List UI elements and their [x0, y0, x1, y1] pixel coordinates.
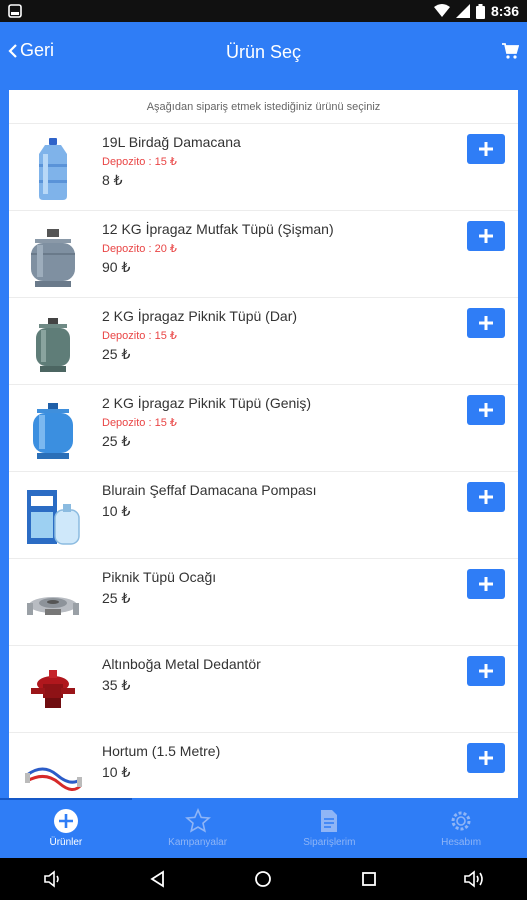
product-deposit: Depozito : 15 ₺: [102, 330, 177, 342]
camping-stove-image: [27, 597, 79, 615]
volume-up-icon: [464, 870, 484, 888]
battery-icon: [475, 3, 485, 19]
list-item[interactable]: Piknik Tüpü Ocağı 25 ₺: [9, 559, 518, 646]
gas-regulator-image: [31, 670, 75, 708]
app-bar: Geri Ürün Seç: [0, 22, 527, 82]
cart-icon[interactable]: [501, 42, 519, 60]
status-bar: 8:36: [0, 0, 527, 22]
plus-icon: [479, 664, 493, 678]
add-to-cart-button[interactable]: [467, 656, 505, 686]
list-item[interactable]: 12 KG İpragaz Mutfak Tüpü (Şişman) Depoz…: [9, 211, 518, 298]
add-to-cart-button[interactable]: [467, 569, 505, 599]
active-tab-indicator: [0, 798, 132, 800]
status-icons: 8:36: [433, 2, 519, 20]
instruction-text: Aşağıdan sipariş etmek istediğiniz ürünü…: [9, 90, 518, 124]
list-item[interactable]: Hortum (1.5 Metre) 10 ₺: [9, 733, 518, 798]
product-deposit: Depozito : 20 ₺: [102, 243, 177, 255]
wifi-icon: [433, 4, 450, 17]
product-price: 25 ₺: [102, 590, 131, 606]
add-to-cart-button[interactable]: [467, 482, 505, 512]
plus-icon: [479, 490, 493, 504]
recents-nav-button[interactable]: [358, 868, 380, 890]
product-price: 10 ₺: [102, 764, 131, 780]
product-name: Piknik Tüpü Ocağı: [102, 569, 217, 585]
gear-icon: [451, 811, 471, 831]
gas-hose-image: [25, 767, 83, 791]
water-pump-box-image: [27, 490, 80, 545]
list-item[interactable]: 2 KG İpragaz Piknik Tüpü (Dar) Depozito …: [9, 298, 518, 385]
signal-icon: [455, 4, 470, 18]
product-name: Hortum (1.5 Metre): [102, 743, 221, 759]
tab-urunler[interactable]: Ürünler: [0, 798, 132, 858]
product-price: 25 ₺: [102, 433, 131, 449]
list-item[interactable]: Blurain Şeffaf Damacana Pompası 10 ₺: [9, 472, 518, 559]
list-item[interactable]: Altınboğa Metal Dedantör 35 ₺: [9, 646, 518, 733]
volume-up-button[interactable]: [463, 868, 485, 890]
add-to-cart-button[interactable]: [467, 308, 505, 338]
system-nav-bar: [0, 858, 527, 900]
product-price: 35 ₺: [102, 677, 131, 693]
page-title: Ürün Seç: [225, 42, 302, 62]
gas-cylinder-small-image: [36, 318, 70, 372]
back-nav-button[interactable]: [147, 868, 169, 890]
product-price: 10 ₺: [102, 503, 131, 519]
product-name: 12 KG İpragaz Mutfak Tüpü (Şişman): [102, 221, 334, 237]
product-price: 90 ₺: [102, 259, 131, 275]
square-recents-icon: [361, 872, 376, 886]
plus-icon: [479, 751, 493, 765]
gas-cylinder-blue-image: [33, 403, 73, 459]
product-deposit: Depozito : 15 ₺: [102, 156, 177, 168]
add-to-cart-button[interactable]: [467, 134, 505, 164]
volume-down-button[interactable]: [42, 868, 64, 890]
home-nav-button[interactable]: [252, 868, 274, 890]
home-circle-icon: [255, 871, 272, 887]
plus-icon: [479, 403, 493, 417]
list-item[interactable]: 19L Birdağ Damacana Depozito : 15 ₺ 8 ₺: [9, 124, 518, 211]
tab-label: Ürünler: [49, 837, 83, 848]
tab-label: Hesabım: [441, 837, 482, 848]
triangle-back-icon: [150, 870, 164, 888]
product-deposit: Depozito : 15 ₺: [102, 417, 177, 429]
plus-icon: [479, 316, 493, 330]
plus-circle-icon: [53, 809, 78, 833]
add-to-cart-button[interactable]: [467, 395, 505, 425]
water-bottle-image: [39, 138, 67, 200]
tab-label: Kampanyalar: [168, 837, 228, 848]
notification-icon: [8, 4, 22, 18]
tab-kampanyalar[interactable]: Kampanyalar: [132, 798, 264, 858]
content-area: Aşağıdan sipariş etmek istediğiniz ürünü…: [0, 82, 527, 798]
bottom-nav: Ürünler Kampanyalar Siparişlerim Hesabım: [0, 798, 527, 858]
status-time: 8:36: [490, 3, 519, 19]
add-to-cart-button[interactable]: [467, 743, 505, 773]
add-to-cart-button[interactable]: [467, 221, 505, 251]
plus-icon: [479, 577, 493, 591]
product-price: 8 ₺: [102, 172, 123, 188]
list-item[interactable]: 2 KG İpragaz Piknik Tüpü (Geniş) Depozit…: [9, 385, 518, 472]
volume-down-icon: [43, 870, 59, 888]
product-name: 2 KG İpragaz Piknik Tüpü (Geniş): [102, 395, 312, 411]
product-price: 25 ₺: [102, 346, 131, 362]
tab-hesabim[interactable]: Hesabım: [395, 798, 527, 858]
product-name: Blurain Şeffaf Damacana Pompası: [102, 482, 317, 498]
product-name: 19L Birdağ Damacana: [102, 134, 241, 150]
star-icon: [184, 808, 211, 833]
plus-icon: [479, 229, 493, 243]
product-name: Altınboğa Metal Dedantör: [102, 656, 261, 672]
document-icon: [321, 810, 338, 832]
product-name: 2 KG İpragaz Piknik Tüpü (Dar): [102, 308, 298, 324]
gas-cylinder-large-image: [31, 229, 75, 287]
plus-icon: [479, 142, 493, 156]
product-list-card: Aşağıdan sipariş etmek istediğiniz ürünü…: [9, 90, 518, 798]
tab-siparislerim[interactable]: Siparişlerim: [264, 798, 396, 858]
tab-label: Siparişlerim: [303, 837, 356, 848]
